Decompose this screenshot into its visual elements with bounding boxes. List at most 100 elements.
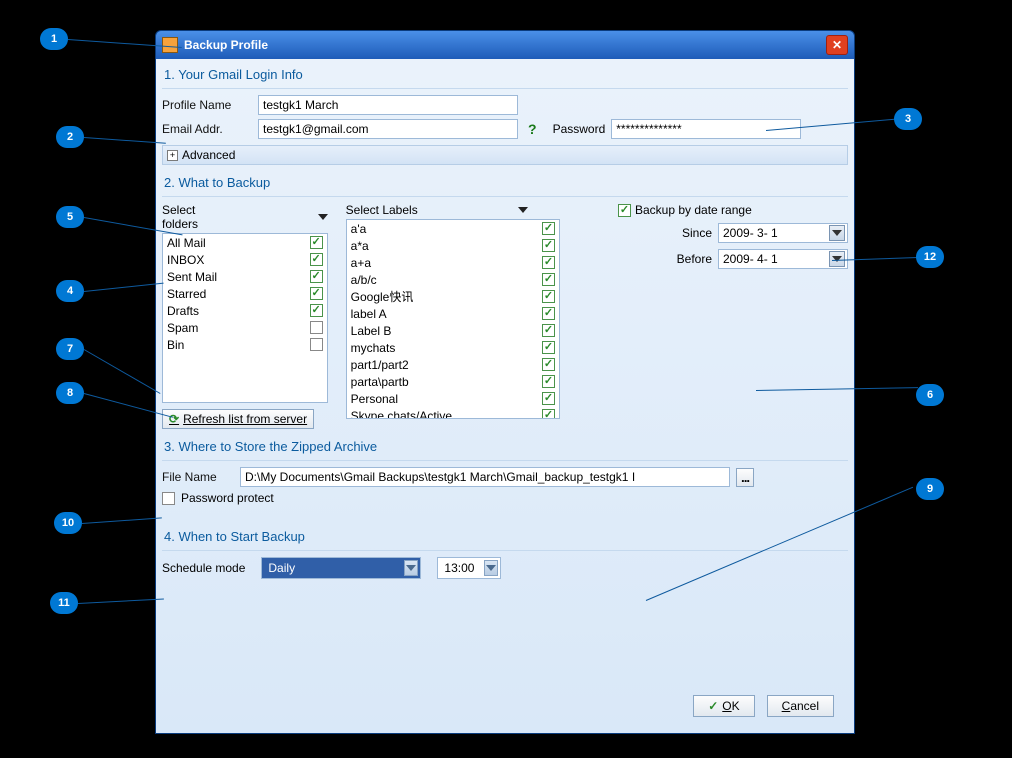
section-schedule: 4. When to Start Backup Schedule mode Da… [162,525,848,579]
folder-checkbox[interactable] [310,236,323,249]
close-button[interactable]: ✕ [826,35,848,55]
folder-name: Starred [167,287,206,301]
folder-row[interactable]: INBOX [163,251,327,268]
callout-5: 5 [56,206,84,228]
schedule-mode-value: Daily [268,561,295,575]
window-title: Backup Profile [184,38,826,52]
section-login-info: 1. Your Gmail Login Info Profile Name Em… [162,63,848,165]
label-checkbox[interactable] [542,256,555,269]
date-range-column: Backup by date range Since 2009- 3- 1 Be… [578,203,848,429]
refresh-folders-button[interactable]: ⟳ Refresh list from server [162,409,314,429]
label-name: a*a [351,239,369,253]
folder-checkbox[interactable] [310,338,323,351]
label-checkbox[interactable] [542,307,555,320]
schedule-mode-select[interactable]: Daily [261,557,421,579]
folder-row[interactable]: Sent Mail [163,268,327,285]
label-row[interactable]: label A [347,305,559,322]
label-checkbox[interactable] [542,341,555,354]
callout-1: 1 [40,28,68,50]
schedule-time-select[interactable]: 13:00 [437,557,501,579]
folders-listbox[interactable]: All MailINBOXSent Mail StarredDrafts SpamB… [162,233,328,403]
folder-name: All Mail [167,236,206,250]
folder-checkbox[interactable] [310,287,323,300]
since-date-value: 2009- 3- 1 [723,226,778,240]
folder-row[interactable]: Drafts [163,302,327,319]
time-dropdown-icon[interactable] [484,560,498,576]
label-name: Skype chats/Active [351,409,452,419]
label-row[interactable]: a+a [347,254,559,271]
callout-7: 7 [56,338,84,360]
email-input[interactable] [258,119,518,139]
label-row[interactable]: a/b/c [347,271,559,288]
check-icon: ✓ [708,699,718,713]
label-checkbox[interactable] [542,375,555,388]
label-name: mychats [351,341,396,355]
label-row[interactable]: a'a [347,220,559,237]
label-name: a/b/c [351,273,377,287]
label-name: label A [351,307,387,321]
titlebar[interactable]: Backup Profile ✕ [156,31,854,59]
label-checkbox[interactable] [542,392,555,405]
label-checkbox[interactable] [542,222,555,235]
since-dropdown-icon[interactable] [829,225,845,241]
folder-checkbox[interactable] [310,270,323,283]
browse-button[interactable]: ... [736,468,754,487]
label-row[interactable]: Skype chats/Active [347,407,559,418]
folder-row[interactable]: Spam [163,319,327,336]
label-row[interactable]: Personal [347,390,559,407]
label-row[interactable]: a*a [347,237,559,254]
folder-row[interactable]: Starred [163,285,327,302]
callout-9: 9 [916,478,944,500]
profile-name-input[interactable] [258,95,518,115]
label-checkbox[interactable] [542,358,555,371]
label-name: a+a [351,256,371,270]
select-folders-label: Select folders [162,203,228,231]
labels-column: Select Labels a'a a*a a+a a/b/cGoogle快讯 labe… [346,203,560,429]
callout-10: 10 [54,512,82,534]
password-protect-label: Password protect [181,491,274,505]
folder-row[interactable]: Bin [163,336,327,353]
label-checkbox[interactable] [542,409,555,418]
advanced-expander[interactable]: + Advanced [162,145,848,165]
before-date-picker[interactable]: 2009- 4- 1 [718,249,848,269]
callout-2: 2 [56,126,84,148]
label-checkbox[interactable] [542,239,555,252]
profile-name-label: Profile Name [162,98,252,112]
filename-label: File Name [162,470,234,484]
help-icon[interactable]: ? [528,121,537,137]
label-checkbox[interactable] [542,324,555,337]
callout-11: 11 [50,592,78,614]
folders-dropdown-icon[interactable] [318,214,328,220]
close-icon: ✕ [832,38,842,52]
callout-3: 3 [894,108,922,130]
label-checkbox[interactable] [542,273,555,286]
before-label: Before [677,252,712,266]
label-row[interactable]: Google快讯 [347,288,559,305]
ok-button[interactable]: ✓ OK [693,695,754,717]
label-row[interactable]: Label B [347,322,559,339]
folder-checkbox[interactable] [310,304,323,317]
select-labels-label: Select Labels [346,203,418,217]
password-protect-checkbox[interactable] [162,492,175,505]
label-name: Label B [351,324,392,338]
filename-input[interactable] [240,467,730,487]
folder-name: Spam [167,321,198,335]
schedule-dropdown-icon[interactable] [404,560,418,576]
backup-date-range-checkbox[interactable] [618,204,631,217]
refresh-label: Refresh list from server [183,412,307,426]
since-date-picker[interactable]: 2009- 3- 1 [718,223,848,243]
folder-checkbox[interactable] [310,253,323,266]
folder-row[interactable]: All Mail [163,234,327,251]
label-checkbox[interactable] [542,290,555,303]
folder-checkbox[interactable] [310,321,323,334]
labels-listbox[interactable]: a'a a*a a+a a/b/cGoogle快讯 label A Label B mych… [346,219,560,419]
section-what-to-backup: 2. What to Backup Select folders All Mai… [162,171,848,429]
labels-dropdown-icon[interactable] [518,207,528,213]
cancel-button[interactable]: Cancel [767,695,834,717]
label-row[interactable]: mychats [347,339,559,356]
since-label: Since [682,226,712,240]
window-body: 1. Your Gmail Login Info Profile Name Em… [156,59,854,733]
label-row[interactable]: part1/part2 [347,356,559,373]
backup-profile-window: Backup Profile ✕ 1. Your Gmail Login Inf… [155,30,855,734]
label-row[interactable]: parta\partb [347,373,559,390]
